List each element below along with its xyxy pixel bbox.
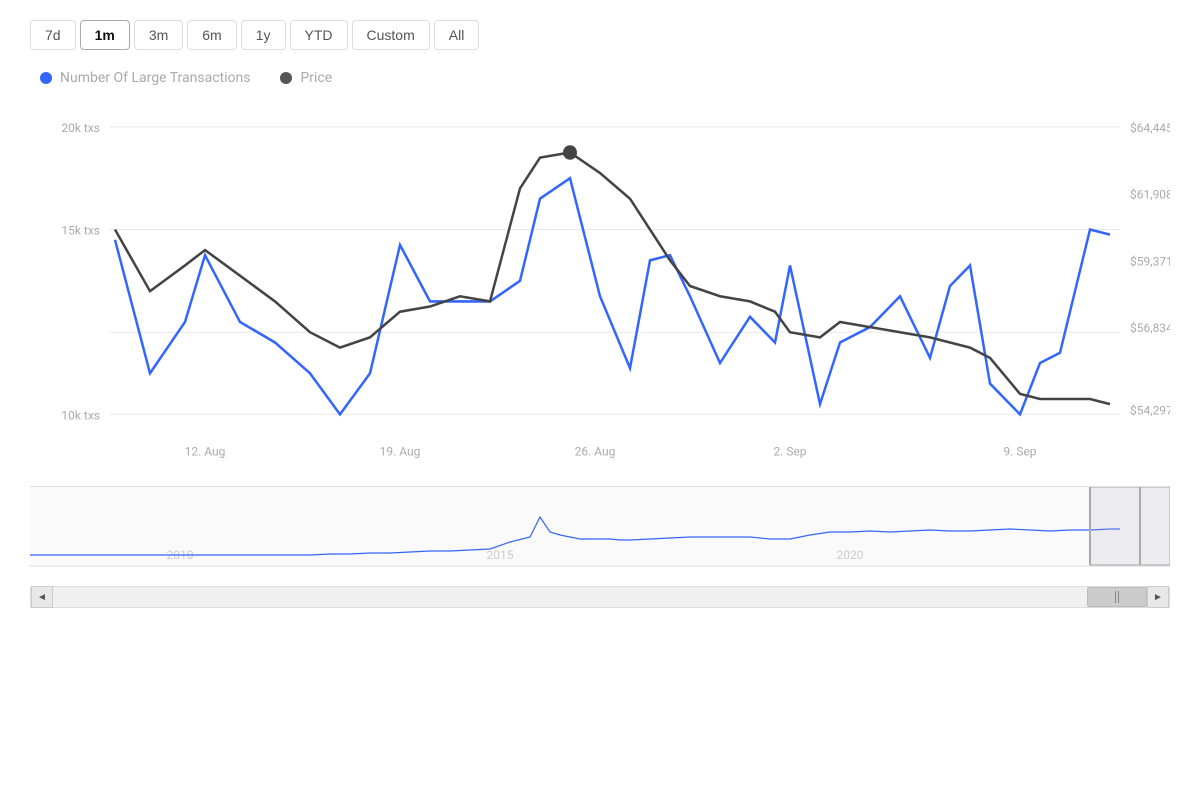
svg-text:26. Aug: 26. Aug	[575, 444, 616, 458]
time-btn-ytd[interactable]: YTD	[290, 20, 348, 50]
legend-dot-price	[280, 72, 292, 84]
svg-text:2. Sep: 2. Sep	[773, 444, 806, 458]
svg-text:2015: 2015	[487, 548, 514, 562]
svg-text:20k txs: 20k txs	[61, 121, 100, 135]
scroll-thumb[interactable]	[1087, 587, 1147, 607]
scroll-right-arrow[interactable]: ►	[1147, 586, 1169, 608]
svg-text:12. Aug: 12. Aug	[185, 444, 226, 458]
main-chart-svg: 20k txs 15k txs 10k txs $64,445 $61,908 …	[30, 96, 1170, 476]
legend-item-transactions: Number Of Large Transactions	[40, 70, 250, 86]
time-btn-1m[interactable]: 1m	[80, 20, 130, 50]
time-btn-1y[interactable]: 1y	[241, 20, 286, 50]
legend-label-price: Price	[300, 70, 332, 86]
svg-text:2020: 2020	[837, 548, 864, 562]
chart-legend: Number Of Large Transactions Price	[30, 70, 1170, 86]
time-btn-all[interactable]: All	[434, 20, 480, 50]
svg-text:$64,445: $64,445	[1130, 121, 1170, 135]
scroll-thumb-grip	[1115, 591, 1119, 603]
main-container: 7d1m3m6m1yYTDCustomAll Number Of Large T…	[0, 0, 1200, 800]
scroll-track	[53, 587, 1147, 607]
svg-text:$56,834: $56,834	[1130, 321, 1170, 335]
time-btn-6m[interactable]: 6m	[187, 20, 236, 50]
scroll-left-arrow[interactable]: ◄	[31, 586, 53, 608]
legend-item-price: Price	[280, 70, 332, 86]
main-chart-wrapper: 20k txs 15k txs 10k txs $64,445 $61,908 …	[30, 96, 1170, 476]
time-btn-7d[interactable]: 7d	[30, 20, 76, 50]
svg-text:15k txs: 15k txs	[61, 224, 100, 238]
legend-dot-transactions	[40, 72, 52, 84]
scrollbar[interactable]: ◄ ►	[30, 586, 1170, 608]
legend-label-transactions: Number Of Large Transactions	[60, 70, 250, 86]
time-btn-3m[interactable]: 3m	[134, 20, 183, 50]
navigator-svg: 2010 2015 2020	[30, 487, 1170, 567]
time-range-selector: 7d1m3m6m1yYTDCustomAll	[30, 20, 1170, 50]
grip-line-1	[1115, 591, 1116, 603]
navigator-wrapper: 2010 2015 2020	[30, 486, 1170, 586]
svg-text:9. Sep: 9. Sep	[1003, 444, 1036, 458]
svg-text:$54,297: $54,297	[1130, 403, 1170, 417]
grip-line-2	[1118, 591, 1119, 603]
time-btn-custom[interactable]: Custom	[352, 20, 430, 50]
svg-text:$59,371: $59,371	[1130, 254, 1170, 268]
svg-text:$61,908: $61,908	[1130, 188, 1170, 202]
svg-text:19. Aug: 19. Aug	[380, 444, 421, 458]
svg-text:10k txs: 10k txs	[61, 408, 100, 422]
